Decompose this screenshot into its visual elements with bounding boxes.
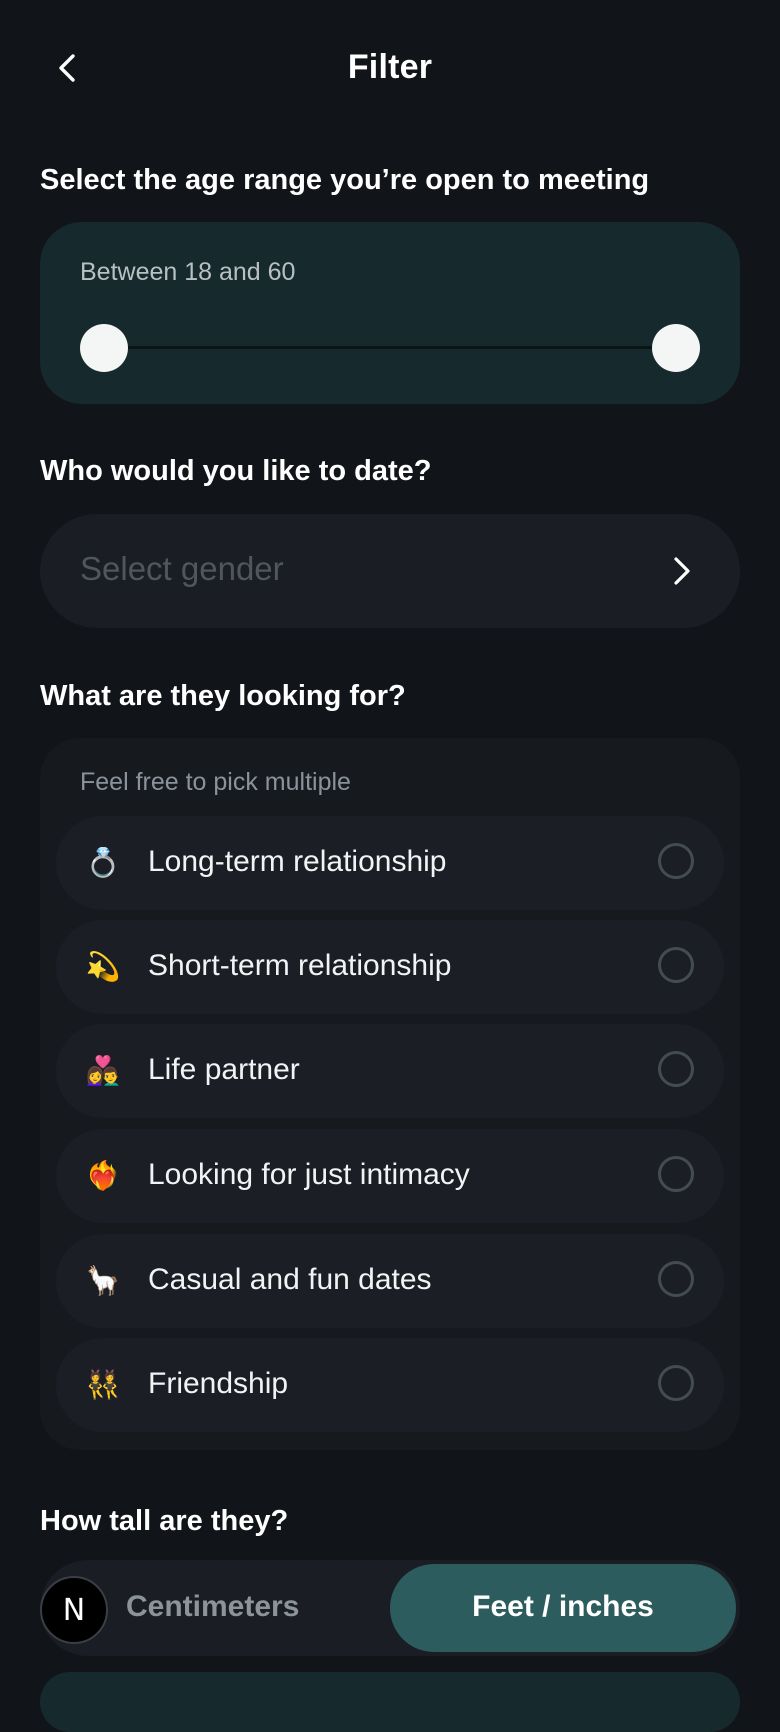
page-title: Filter	[347, 48, 433, 86]
option-radio[interactable]	[658, 1261, 694, 1297]
age-slider-min-handle[interactable]	[80, 324, 128, 372]
age-section-title: Select the age range you’re open to meet…	[40, 164, 650, 196]
age-slider-max-handle[interactable]	[652, 324, 700, 372]
option-radio[interactable]	[658, 1051, 694, 1087]
option-label: Friendship	[148, 1367, 289, 1400]
age-slider-track[interactable]	[104, 346, 676, 349]
couple-heart-icon: 👩‍❤️‍👨	[85, 1055, 121, 1086]
chevron-right-icon	[674, 557, 690, 585]
gender-section-title: Who would you like to date?	[40, 455, 432, 487]
option-friendship[interactable]: 👯 Friendship	[56, 1338, 724, 1432]
option-radio[interactable]	[658, 1156, 694, 1192]
option-label: Looking for just intimacy	[148, 1158, 470, 1191]
age-range-label: Between 18 and 60	[80, 258, 296, 286]
gender-select[interactable]: Select gender	[40, 514, 740, 628]
height-range-card	[40, 1672, 740, 1732]
unit-feet-inches-button[interactable]: Feet / inches	[390, 1564, 736, 1652]
looking-section-title: What are they looking for?	[40, 680, 406, 712]
option-radio[interactable]	[658, 1365, 694, 1401]
option-life-partner[interactable]: 👩‍❤️‍👨 Life partner	[56, 1024, 724, 1118]
heart-on-fire-icon: ❤️‍🔥	[85, 1160, 121, 1191]
unit-feet-inches-label: Feet / inches	[472, 1590, 654, 1623]
option-short-term-relationship[interactable]: 💫 Short-term relationship	[56, 920, 724, 1014]
dizzy-star-icon: 💫	[85, 951, 121, 982]
llama-icon: 🦙	[85, 1265, 121, 1296]
people-dancing-icon: 👯	[85, 1369, 121, 1400]
option-just-intimacy[interactable]: ❤️‍🔥 Looking for just intimacy	[56, 1129, 724, 1223]
gender-placeholder: Select gender	[80, 550, 284, 587]
option-long-term-relationship[interactable]: 💍 Long-term relationship	[56, 816, 724, 910]
unit-centimeters-label: Centimeters	[126, 1590, 300, 1623]
option-label: Casual and fun dates	[148, 1263, 432, 1296]
option-radio[interactable]	[658, 947, 694, 983]
option-radio[interactable]	[658, 843, 694, 879]
ring-icon: 💍	[85, 847, 121, 878]
option-label: Life partner	[148, 1053, 300, 1086]
option-label: Short-term relationship	[148, 949, 452, 982]
option-casual-fun-dates[interactable]: 🦙 Casual and fun dates	[56, 1234, 724, 1328]
n-logo-badge: N	[40, 1576, 108, 1644]
height-section-title: How tall are they?	[40, 1505, 289, 1537]
looking-hint: Feel free to pick multiple	[80, 768, 351, 796]
height-unit-toggle: Centimeters Feet / inches	[40, 1560, 740, 1656]
looking-for-card: Feel free to pick multiple 💍 Long-term r…	[40, 738, 740, 1450]
top-bar: Filter	[0, 30, 780, 110]
age-range-card: Between 18 and 60	[40, 222, 740, 404]
option-label: Long-term relationship	[148, 845, 447, 878]
